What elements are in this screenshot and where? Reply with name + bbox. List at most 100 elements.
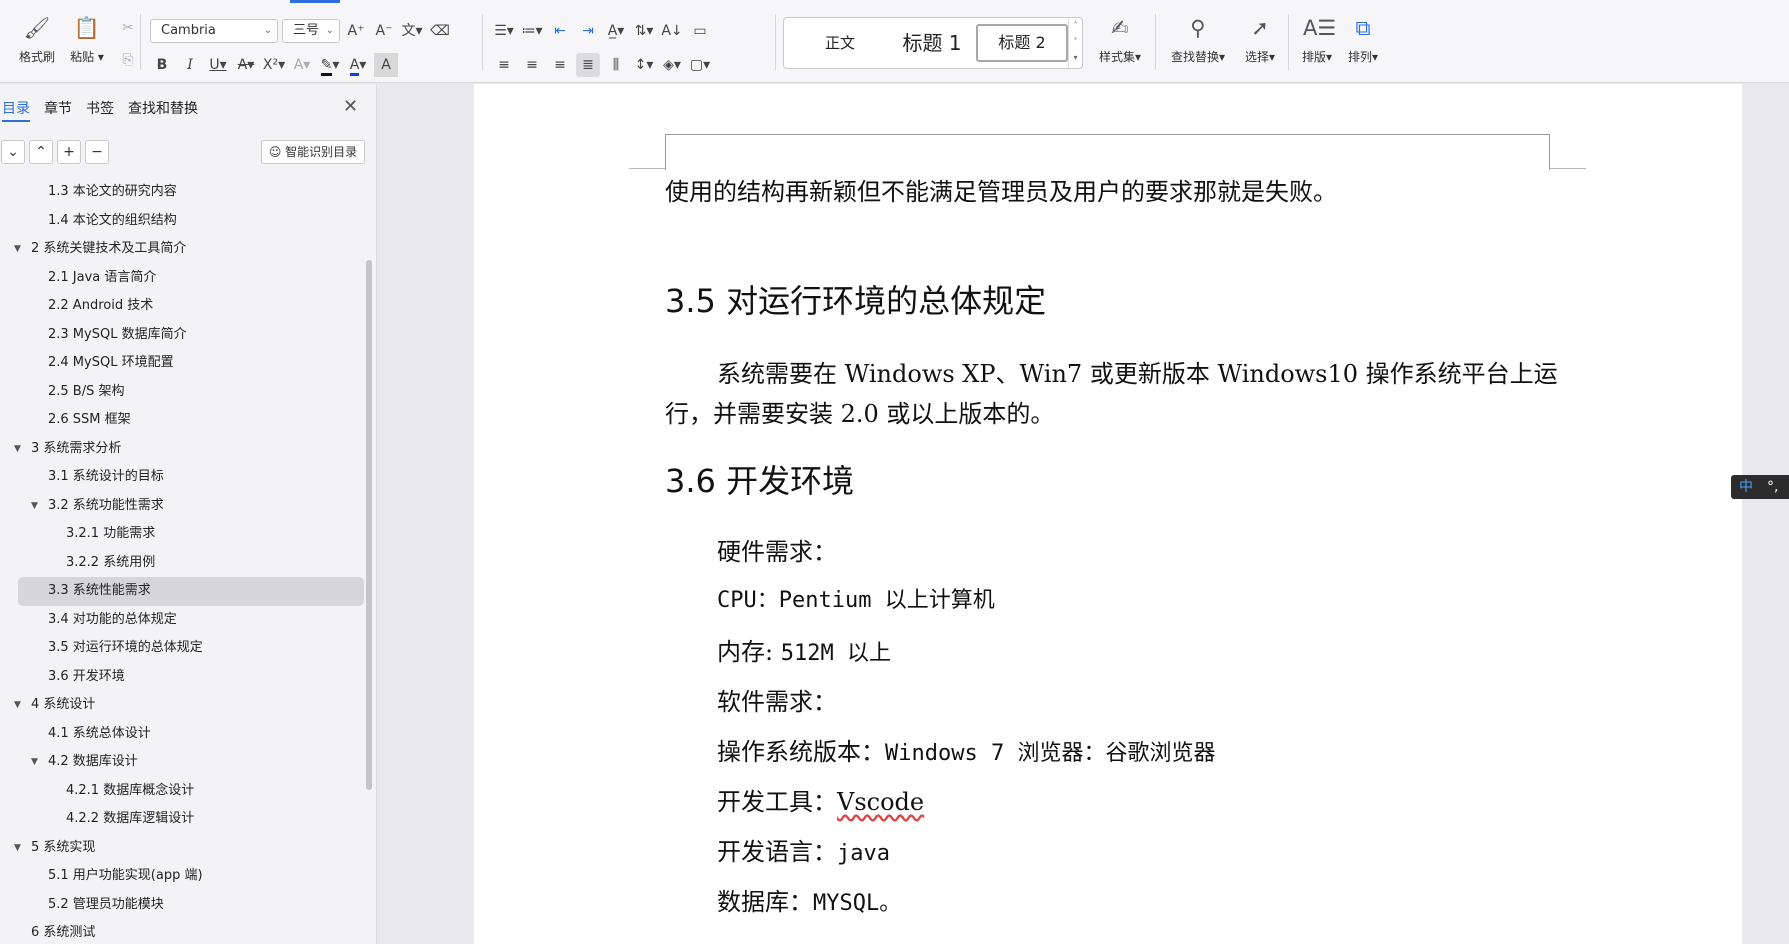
tab-bookmarks[interactable]: 书签 <box>86 98 114 122</box>
justify-icon[interactable]: ≣ <box>576 53 600 77</box>
expand-caret-icon[interactable]: ▼ <box>31 748 38 777</box>
tab-chapters[interactable]: 章节 <box>44 98 72 122</box>
increase-indent-icon[interactable]: ⇥ <box>576 19 600 43</box>
toc-item[interactable]: ▼ 3 系统需求分析 <box>0 435 366 464</box>
nav-scrollbar[interactable] <box>366 260 372 790</box>
toc-item[interactable]: 3.2.1 功能需求 <box>0 520 366 549</box>
toc-item[interactable]: 2.5 B/S 架构 <box>0 378 366 407</box>
toc-item[interactable]: ▼ 3.2 系统功能性需求 <box>0 492 366 521</box>
eraser-icon[interactable]: ⌫ <box>428 19 452 43</box>
toc-item-label: 2.4 MySQL 环境配置 <box>48 355 174 370</box>
toc-item[interactable]: 5.1 用户功能实现(app 端) <box>0 862 366 891</box>
bold-button[interactable]: B <box>150 53 174 77</box>
expand-caret-icon[interactable]: ▼ <box>14 834 21 863</box>
ime-indicator[interactable]: 中 °, <box>1731 475 1789 499</box>
toc-item[interactable]: 3.3 系统性能需求 <box>18 577 364 606</box>
toc-item[interactable]: 4.2.1 数据库概念设计 <box>0 777 366 806</box>
expand-caret-icon[interactable]: ▼ <box>31 492 38 521</box>
tab-find-replace[interactable]: 查找和替换 <box>128 98 198 122</box>
copy-icon[interactable]: ⎘ <box>116 48 140 72</box>
expand-up-icon[interactable]: ⌃ <box>29 140 53 164</box>
select-button[interactable]: ➚ 选择▾ <box>1235 8 1285 65</box>
toc-item[interactable]: 3.6 开发环境 <box>0 663 366 692</box>
style-gallery-scroll[interactable]: ˄ ˅ ▾ <box>1068 18 1082 68</box>
toc-item[interactable]: 6 系统测试 <box>0 919 366 944</box>
style-normal[interactable]: 正文 <box>798 24 882 62</box>
font-name-select[interactable]: Cambria ⌄ <box>150 19 278 43</box>
remove-icon[interactable]: − <box>85 140 109 164</box>
pinyin-icon[interactable]: 文▾ <box>400 19 424 43</box>
decrease-indent-icon[interactable]: ⇤ <box>548 19 572 43</box>
expand-caret-icon[interactable]: ▼ <box>14 435 21 464</box>
toc-item[interactable]: 4.1 系统总体设计 <box>0 720 366 749</box>
style-set-button[interactable]: ✍ 样式集▾ <box>1090 8 1150 65</box>
shrink-font-icon[interactable]: A⁻ <box>372 19 396 43</box>
toc-item[interactable]: ▼ 2 系统关键技术及工具简介 <box>0 235 366 264</box>
shading-icon[interactable]: ◈▾ <box>660 53 684 77</box>
table-border-icon[interactable]: ▭ <box>688 19 712 43</box>
add-icon[interactable]: + <box>57 140 81 164</box>
highlight-color-icon[interactable]: ✎▾ <box>318 53 342 77</box>
toc-item[interactable]: 3.2.2 系统用例 <box>0 549 366 578</box>
grow-font-icon[interactable]: A⁺ <box>344 19 368 43</box>
typeset-button[interactable]: A☰ 排版▾ <box>1296 8 1338 65</box>
toc-item[interactable]: 3.1 系统设计的目标 <box>0 463 366 492</box>
clipboard-icon: 📋 <box>73 16 101 40</box>
char-shading-button[interactable]: A <box>374 53 398 77</box>
superscript-button[interactable]: X²▾ <box>262 53 286 77</box>
toc-item[interactable]: 3.4 对功能的总体规定 <box>0 606 366 635</box>
spellcheck-word[interactable]: Vscode <box>837 788 924 816</box>
font-color-button[interactable]: A▾ <box>346 53 370 77</box>
paste-button[interactable]: 📋 粘贴 ▾ <box>64 8 110 65</box>
align-center-icon[interactable]: ≡ <box>520 53 544 77</box>
format-painter-button[interactable]: 🖌 格式刷 <box>14 8 60 65</box>
toc-item[interactable]: ▼ 4 系统设计 <box>0 691 366 720</box>
document-page[interactable]: 使用的结构再新颖但不能满足管理员及用户的要求那就是失败。 3.5 对运行环境的总… <box>474 84 1742 944</box>
smart-toc-button[interactable]: ☺ 智能识别目录 <box>261 140 365 164</box>
toc-item[interactable]: 4.2.2 数据库逻辑设计 <box>0 805 366 834</box>
toc-item[interactable]: 1.3 本论文的研究内容 <box>0 178 366 207</box>
tab-toc[interactable]: 目录 <box>2 98 30 122</box>
collapse-icon[interactable]: ⌄ <box>1 140 25 164</box>
toc-item-label: 1.4 本论文的组织结构 <box>48 212 177 228</box>
clipboard-group: 🖌 格式刷 📋 粘贴 ▾ ✂ ⎘ <box>14 8 144 78</box>
distributed-icon[interactable]: ⫼ <box>604 53 628 77</box>
toc-item[interactable]: ▼ 5 系统实现 <box>0 834 366 863</box>
style-brush-icon: ✍ <box>1111 16 1129 40</box>
bullet-list-icon[interactable]: ☰▾ <box>492 19 516 43</box>
align-left-icon[interactable]: ≡ <box>492 53 516 77</box>
find-replace-button[interactable]: ⚲ 查找替换▾ <box>1165 8 1231 65</box>
sort-az-icon[interactable]: A↓ <box>660 19 684 43</box>
close-icon[interactable]: ✕ <box>343 96 358 117</box>
text-direction-icon[interactable]: A̲▾ <box>604 19 628 43</box>
toc-item-label: 2.2 Android 技术 <box>48 298 154 313</box>
italic-button[interactable]: I <box>178 53 202 77</box>
cut-icon[interactable]: ✂ <box>116 16 140 40</box>
underline-button[interactable]: U▾ <box>206 53 230 77</box>
brush-icon: 🖌 <box>23 16 51 40</box>
toc-item-label: 3.2 系统功能性需求 <box>48 497 164 513</box>
border-icon[interactable]: ▢▾ <box>688 53 712 77</box>
style-heading-2[interactable]: 标题 2 <box>976 24 1068 62</box>
toc-item[interactable]: 2.2 Android 技术 <box>0 292 366 321</box>
expand-caret-icon[interactable]: ▼ <box>14 235 21 264</box>
toc-item-label: 4.2.2 数据库逻辑设计 <box>66 811 195 826</box>
expand-caret-icon[interactable]: ▼ <box>14 691 21 720</box>
strikethrough-button[interactable]: A▾ <box>234 53 258 77</box>
line-spacing-icon[interactable]: ↕▾ <box>632 53 656 77</box>
toc-item[interactable]: ▼ 4.2 数据库设计 <box>0 748 366 777</box>
style-heading-1[interactable]: 标题 1 <box>884 24 980 62</box>
align-right-icon[interactable]: ≡ <box>548 53 572 77</box>
arrange-button[interactable]: ⧉ 排列▾ <box>1342 8 1384 65</box>
toc-item[interactable]: 3.5 对运行环境的总体规定 <box>0 634 366 663</box>
toc-item[interactable]: 1.4 本论文的组织结构 <box>0 207 366 236</box>
toc-item[interactable]: 5.2 管理员功能模块 <box>0 891 366 920</box>
numbered-list-icon[interactable]: ≔▾ <box>520 19 544 43</box>
sort-icon[interactable]: ⇅▾ <box>632 19 656 43</box>
font-size-select[interactable]: 三号 ⌄ <box>282 19 340 43</box>
toc-item[interactable]: 2.6 SSM 框架 <box>0 406 366 435</box>
text-effect-icon[interactable]: A▾ <box>290 53 314 77</box>
toc-item[interactable]: 2.4 MySQL 环境配置 <box>0 349 366 378</box>
toc-item[interactable]: 2.3 MySQL 数据库简介 <box>0 321 366 350</box>
toc-item[interactable]: 2.1 Java 语言简介 <box>0 264 366 293</box>
